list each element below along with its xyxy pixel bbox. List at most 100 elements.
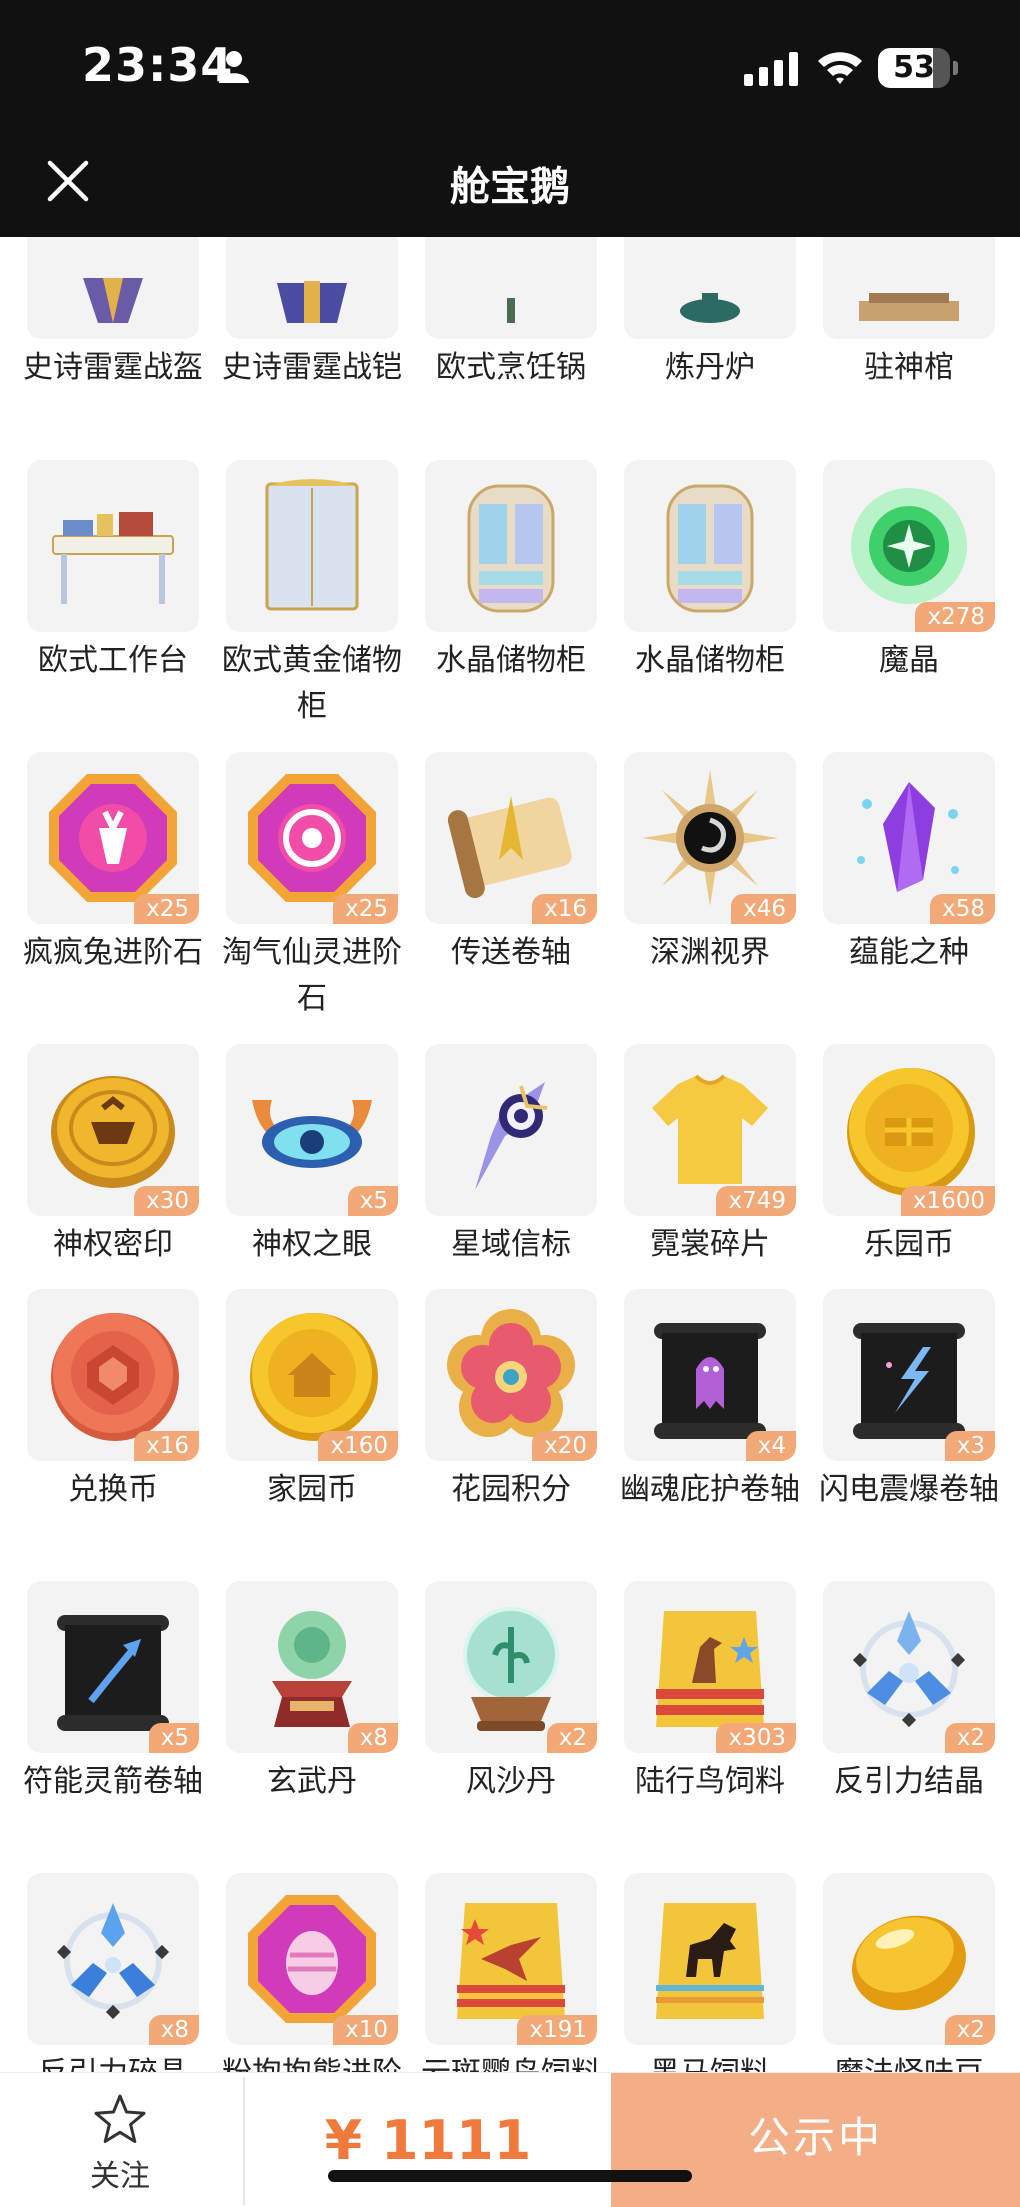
item-label: 乐园币 [864, 1227, 954, 1262]
item-label: 魔法怪味豆 [809, 2051, 1009, 2072]
item-count-badge: x749 [716, 1186, 796, 1216]
item-count-badge: x8 [347, 1723, 398, 1753]
item-thumbnail [823, 237, 995, 339]
golden-bean-icon [852, 1915, 966, 2011]
flower-badge-icon [447, 1309, 575, 1437]
gem-egg-icon [248, 1895, 376, 2023]
helmet-icon [83, 278, 143, 323]
item-thumbnail: x2 [823, 1873, 995, 2045]
item-thumbnail: x16 [27, 1289, 199, 1461]
page-title: 舱宝鹅 [450, 164, 570, 210]
item-count-badge: x16 [532, 894, 597, 924]
item-label: 水晶储物柜 [635, 643, 785, 678]
item-thumbnail: x30 [27, 1044, 199, 1216]
shirt-icon [652, 1074, 768, 1184]
horse-feed-bag-icon [656, 1903, 764, 2019]
item-thumbnail: x278 [823, 460, 995, 632]
item-count-badge: x16 [134, 1431, 199, 1461]
item-label: 欧式工作台 [38, 643, 188, 678]
item-label: 符能灵箭卷轴 [23, 1764, 203, 1799]
item-thumbnail [226, 460, 398, 632]
item-label: 欧式黄金储物柜 [222, 643, 402, 724]
crystal-cabinet-icon [666, 484, 754, 613]
item-label: 驻神棺 [864, 350, 954, 385]
item-label: 水晶储物柜 [436, 643, 586, 678]
purple-crystal-icon [857, 782, 959, 892]
item-thumbnail: x191 [425, 1873, 597, 2045]
bird-feed-bag-icon [656, 1611, 764, 1727]
item-thumbnail [624, 237, 796, 339]
item-label: 陆行鸟饲料 [635, 1764, 785, 1799]
coffin-icon [859, 293, 959, 321]
item-thumbnail: x3 [823, 1289, 995, 1461]
winged-eye-icon [252, 1100, 372, 1168]
star-icon [94, 2094, 146, 2143]
item-label: 深渊视界 [650, 935, 770, 970]
item-label: 史诗雷霆战盔 [23, 350, 203, 385]
gold-coin-icon [847, 1068, 975, 1196]
red-coin-icon [51, 1313, 179, 1441]
alchemy-furnace-icon [680, 293, 740, 323]
follow-button[interactable]: 关注 [60, 2093, 180, 2194]
item-thumbnail: x5 [27, 1581, 199, 1753]
item-thumbnail: x160 [226, 1289, 398, 1461]
wardrobe-icon [265, 479, 359, 611]
item-label: 淘气仙灵进阶石 [222, 935, 402, 1016]
item-thumbnail: x2 [425, 1581, 597, 1753]
item-label: 欧式烹饪锅 [436, 350, 586, 385]
item-thumbnail [425, 237, 597, 339]
item-count-badge: x160 [318, 1431, 398, 1461]
item-count-badge: x2 [944, 2015, 995, 2045]
public-notice-button[interactable]: 公示中 [611, 2073, 1020, 2207]
item-label: 兑换币 [68, 1472, 158, 1507]
item-count-badge: x5 [347, 1186, 398, 1216]
price-label: ¥ 1111 [324, 2109, 532, 2172]
item-count-badge: x25 [333, 894, 398, 924]
abyss-sun-icon [642, 770, 778, 906]
item-thumbnail: x749 [624, 1044, 796, 1216]
item-label: 神权之眼 [252, 1227, 372, 1262]
item-label: 云斑鹦鸟饲料 [411, 2051, 611, 2072]
item-count-badge: x1600 [900, 1186, 995, 1216]
item-thumbnail: x5 [226, 1044, 398, 1216]
item-count-badge: x8 [148, 2015, 199, 2045]
item-label: 霓裳碎片 [650, 1227, 770, 1262]
item-count-badge: x303 [716, 1723, 796, 1753]
home-coin-icon [250, 1313, 378, 1441]
item-label: 星域信标 [451, 1227, 571, 1262]
antigravity-crystal-icon [852, 1611, 966, 1728]
status-bar: 23:34 53 [0, 0, 1020, 132]
item-list-scroll-area[interactable]: 史诗雷霆战盔 史诗雷霆战铠 欧式烹饪锅 炼丹炉 驻神棺 欧式工作台 欧式黄金储物柜 水晶储物柜… [0, 237, 1020, 2072]
green-orb-icon [851, 488, 967, 604]
ghost-scroll-icon [654, 1323, 766, 1439]
item-thumbnail: x4 [624, 1289, 796, 1461]
item-count-badge: x46 [731, 894, 796, 924]
item-thumbnail: x2 [823, 1581, 995, 1753]
parrot-feed-bag-icon [457, 1903, 565, 2019]
item-label: 反引力碎晶 [13, 2051, 213, 2072]
cellular-signal-icon [744, 52, 798, 86]
item-label: 黑马饲料 [610, 2051, 810, 2072]
item-count-badge: x58 [930, 894, 995, 924]
item-thumbnail: x25 [226, 752, 398, 924]
item-label: 传送卷轴 [451, 935, 571, 970]
item-count-badge: x25 [134, 894, 199, 924]
item-thumbnail: x8 [27, 1873, 199, 2045]
crystal-cabinet-icon [467, 484, 555, 613]
item-thumbnail: x25 [27, 752, 199, 924]
lightning-scroll-icon [853, 1323, 965, 1439]
battery-indicator: 53 [878, 48, 950, 88]
item-count-badge: x2 [944, 1723, 995, 1753]
item-thumbnail [27, 237, 199, 339]
item-thumbnail: x303 [624, 1581, 796, 1753]
item-count-badge: x2 [546, 1723, 597, 1753]
home-indicator [328, 2170, 692, 2182]
workbench-icon [52, 512, 174, 604]
item-thumbnail [624, 1873, 796, 2045]
item-count-badge: x3 [944, 1431, 995, 1461]
gem-fairy-icon [248, 774, 376, 902]
antigravity-shard-icon [56, 1903, 170, 2020]
cooking-pot-icon [507, 298, 515, 323]
item-label: 史诗雷霆战铠 [222, 350, 402, 385]
item-thumbnail: x20 [425, 1289, 597, 1461]
